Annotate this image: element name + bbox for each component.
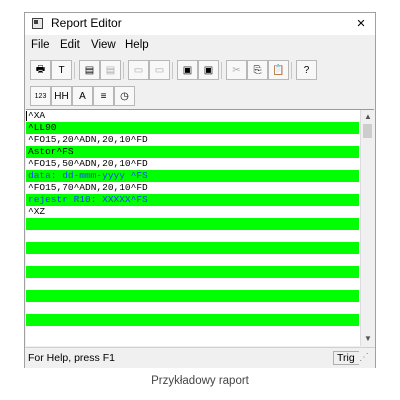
align-icon[interactable]: ≡ bbox=[93, 86, 114, 106]
editor-line: data: dd-mmm-yyyy ^FS bbox=[26, 170, 359, 182]
image-caption: Przykładowy raport bbox=[151, 375, 249, 387]
scroll-down-icon[interactable]: ▼ bbox=[364, 334, 372, 343]
template2-icon[interactable]: ▣ bbox=[198, 60, 219, 80]
status-text: For Help, press F1 bbox=[28, 352, 115, 364]
vertical-scrollbar[interactable]: ▲ ▼ bbox=[360, 110, 374, 346]
page2-disabled-icon[interactable]: ▭ bbox=[128, 60, 149, 80]
copy-icon[interactable]: ⎘ bbox=[247, 60, 268, 80]
window-title: Report Editor bbox=[51, 16, 122, 30]
report-text-editor[interactable]: ^XA ^LL90 ^FO15,20^ADN,20,10^FD Astor^FS ^FO… bbox=[26, 109, 374, 346]
numbers-icon[interactable]: 123 bbox=[30, 86, 51, 106]
status-mode: Trig bbox=[333, 351, 359, 365]
page-icon[interactable]: ▤ bbox=[79, 60, 100, 80]
editor-line: ^XA bbox=[28, 110, 46, 121]
print-icon[interactable]: 🖶 bbox=[30, 60, 51, 80]
page-disabled-icon[interactable]: ▤ bbox=[100, 60, 121, 80]
help-icon[interactable]: ? bbox=[296, 60, 317, 80]
paste-icon[interactable]: 📋 bbox=[268, 60, 289, 80]
cut-icon[interactable]: ✂ bbox=[226, 60, 247, 80]
menu-edit[interactable]: Edit bbox=[60, 39, 80, 51]
menu-help[interactable]: Help bbox=[125, 39, 149, 51]
editor-line: ^XZ bbox=[28, 206, 46, 217]
resize-grip-icon[interactable]: ⋰ bbox=[359, 352, 373, 366]
time-icon[interactable]: HH bbox=[51, 86, 72, 106]
page3-disabled-icon[interactable]: ▭ bbox=[149, 60, 170, 80]
close-button[interactable]: × bbox=[351, 14, 371, 34]
menu-file[interactable]: File bbox=[31, 39, 50, 51]
title-bar: Report Editor × bbox=[25, 13, 375, 35]
editor-line: ^FO15,70^ADN,20,10^FD bbox=[28, 182, 148, 193]
editor-line: Astor^FS bbox=[26, 146, 359, 158]
scroll-up-icon[interactable]: ▲ bbox=[364, 112, 372, 121]
menu-bar: File Edit View Help bbox=[25, 37, 375, 55]
toolbar-separator bbox=[123, 62, 124, 79]
clock-icon[interactable]: ◷ bbox=[114, 86, 135, 106]
toolbar-separator bbox=[291, 62, 292, 79]
scroll-thumb[interactable] bbox=[363, 124, 372, 138]
text-cursor bbox=[26, 111, 27, 121]
template-icon[interactable]: ▣ bbox=[177, 60, 198, 80]
report-editor-window: Report Editor × File Edit View Help 🖶 T ▤ ▤… bbox=[24, 12, 376, 368]
editor-line: rejestr R10: XXXXX^FS bbox=[26, 194, 359, 206]
font-icon[interactable]: A bbox=[72, 86, 93, 106]
status-bar: For Help, press F1 Trig ⋰ bbox=[25, 347, 375, 368]
field-toolbar: 123 HH A ≡ ◷ bbox=[25, 83, 375, 109]
menu-view[interactable]: View bbox=[91, 39, 116, 51]
editor-line bbox=[26, 242, 359, 254]
editor-line: ^FO15,20^ADN,20,10^FD bbox=[28, 134, 148, 145]
toolbar-separator bbox=[221, 62, 222, 79]
editor-line bbox=[26, 266, 359, 278]
editor-line bbox=[26, 218, 359, 230]
toolbar-separator bbox=[172, 62, 173, 79]
editor-line: ^LL90 bbox=[26, 122, 359, 134]
app-icon bbox=[32, 18, 43, 29]
editor-line bbox=[26, 314, 359, 326]
text-icon[interactable]: T bbox=[51, 60, 72, 80]
editor-line: ^FO15,50^ADN,20,10^FD bbox=[28, 158, 148, 169]
main-toolbar: 🖶 T ▤ ▤ ▭ ▭ ▣ ▣ ✂ ⎘ 📋? bbox=[25, 57, 375, 83]
editor-line bbox=[26, 290, 359, 302]
toolbar-separator bbox=[74, 62, 75, 79]
